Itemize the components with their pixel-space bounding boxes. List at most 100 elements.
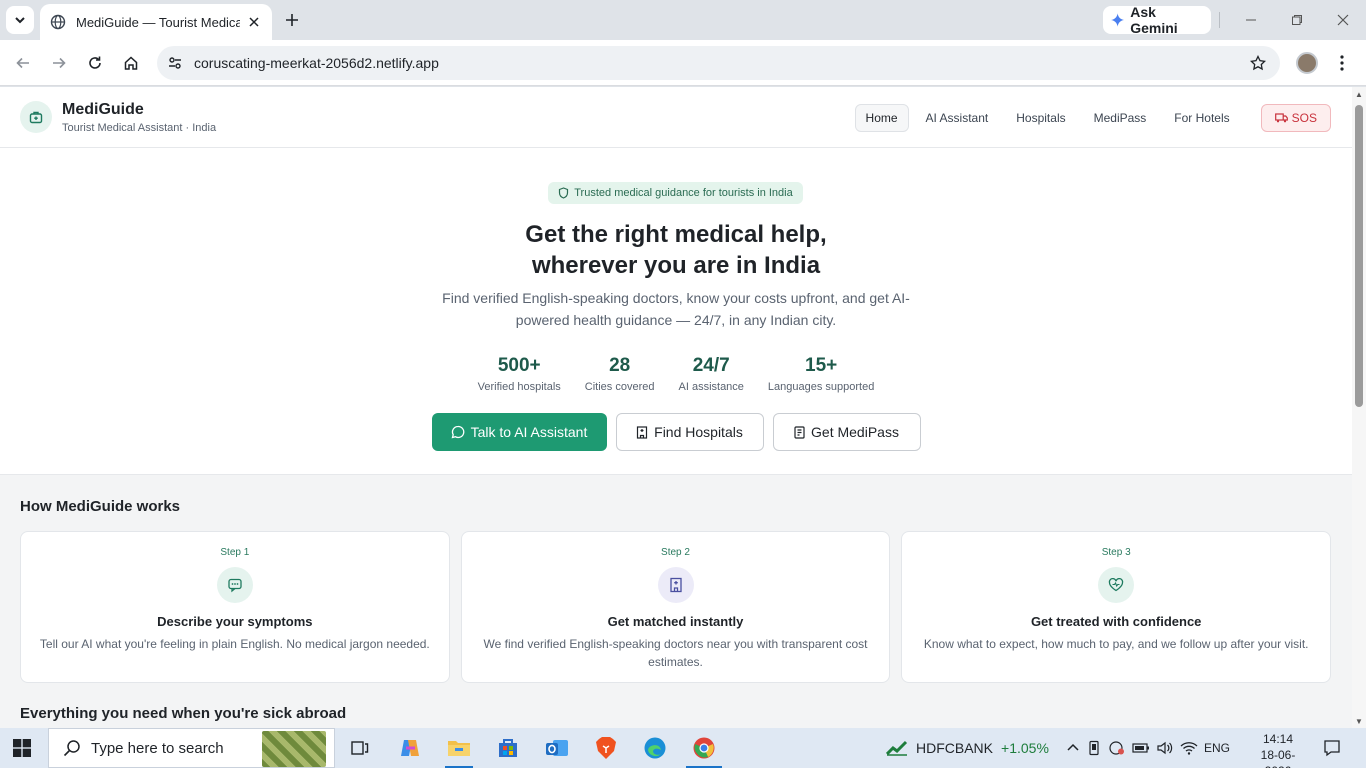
brave-browser-app[interactable] [592, 734, 620, 762]
globe-icon [50, 14, 66, 30]
browser-tab-strip: MediGuide — Tourist Medical A Ask Gemini [0, 0, 1366, 40]
browser-tab-active[interactable]: MediGuide — Tourist Medical A [40, 4, 272, 40]
stock-chart-icon [886, 740, 908, 756]
new-tab-button[interactable] [281, 9, 303, 31]
taskbar-search-box[interactable]: Type here to search [48, 728, 335, 768]
reload-icon [89, 56, 101, 69]
copilot-app[interactable] [396, 734, 424, 762]
search-icon [63, 740, 80, 757]
ask-gemini-label: Ask Gemini [1130, 4, 1178, 36]
restore-icon [1292, 15, 1302, 25]
step-number: Step 2 [661, 547, 690, 558]
more-vertical-icon [1340, 55, 1344, 71]
section-title: Everything you need when you're sick abr… [20, 705, 347, 722]
task-view-button[interactable] [346, 734, 374, 762]
tab-title: MediGuide — Tourist Medical A [76, 14, 240, 30]
store-icon [499, 739, 517, 757]
stat-cities: 28 Cities covered [585, 355, 655, 393]
heart-icon [1098, 567, 1135, 603]
stat-value: 15+ [805, 355, 838, 376]
pass-card-icon [794, 425, 805, 439]
chevron-up-icon[interactable] [1066, 741, 1080, 755]
browser-menu-button[interactable] [1332, 51, 1352, 75]
talk-to-ai-button[interactable]: Talk to AI Assistant [431, 413, 607, 451]
language-indicator[interactable]: ENG [1204, 741, 1230, 755]
trust-badge: Trusted medical guidance for tourists in… [548, 182, 803, 204]
windows-start-button[interactable] [12, 738, 32, 758]
system-tray: ENG [1066, 728, 1230, 768]
talk-to-ai-label: Talk to AI Assistant [470, 424, 588, 440]
stat-languages: 15+ Languages supported [768, 355, 874, 393]
cta-row: Talk to AI Assistant Find Hospitals Get … [0, 413, 1352, 451]
nav-hospitals[interactable]: Hospitals [1005, 104, 1076, 132]
stat-value: 28 [609, 355, 631, 376]
address-bar[interactable]: coruscating-meerkat-2056d2.netlify.app [157, 46, 1280, 80]
back-button[interactable] [11, 51, 35, 75]
nav-for-hotels[interactable]: For Hotels [1163, 104, 1240, 132]
logo[interactable] [20, 101, 52, 133]
page-viewport: MediGuide Tourist Medical Assistant · In… [0, 87, 1366, 728]
outlook-app[interactable] [543, 734, 571, 762]
clock-date: 18-06-2026 [1260, 748, 1296, 768]
device-icon[interactable] [1086, 740, 1102, 756]
edge-browser-app[interactable] [641, 734, 669, 762]
folder-icon [448, 741, 470, 756]
sos-button[interactable]: SOS [1260, 104, 1331, 132]
site-info-icon[interactable] [165, 53, 185, 73]
page-scrollbar[interactable]: ▲ ▼ [1352, 87, 1366, 728]
hospital-icon [657, 567, 694, 603]
close-icon [1337, 14, 1349, 26]
tab-search-button[interactable] [6, 6, 34, 34]
microsoft-store-app[interactable] [494, 734, 522, 762]
step-description: Tell our AI what you're feeling in plain… [39, 637, 430, 651]
meet-now-icon[interactable] [1108, 740, 1126, 756]
taskbar-clock[interactable]: 14:14 18-06-2026 [1249, 731, 1307, 768]
main-nav: Home AI Assistant Hospitals MediPass For… [849, 104, 1331, 132]
file-explorer-app[interactable] [445, 734, 473, 762]
sos-label: SOS [1291, 111, 1317, 125]
step-description: We find verified English-speaking doctor… [483, 637, 868, 669]
wifi-icon[interactable] [1180, 740, 1198, 756]
chat-icon [216, 567, 253, 603]
close-tab-icon[interactable] [246, 14, 262, 30]
arrow-left-icon [16, 57, 29, 69]
scroll-down-arrow-icon[interactable]: ▼ [1355, 717, 1363, 726]
bookmark-star-icon[interactable] [1248, 53, 1268, 73]
nav-medipass[interactable]: MediPass [1083, 104, 1158, 132]
nav-home[interactable]: Home [854, 104, 909, 132]
chrome-browser-app[interactable] [690, 734, 718, 762]
scroll-up-arrow-icon[interactable]: ▲ [1355, 90, 1363, 99]
forward-button[interactable] [47, 51, 71, 75]
scroll-thumb[interactable] [1355, 105, 1363, 407]
step-number: Step 3 [1101, 547, 1131, 558]
notification-center-button[interactable] [1322, 738, 1342, 758]
get-medipass-button[interactable]: Get MediPass [772, 413, 921, 451]
volume-icon[interactable] [1156, 740, 1174, 756]
hero-description: Find verified English-speaking doctors, … [442, 290, 910, 328]
taskbar: Type here to search HDFCBANK +1.05% ENG [0, 728, 1366, 768]
notification-icon [1324, 740, 1340, 757]
close-window-button[interactable] [1331, 8, 1355, 32]
profile-avatar[interactable] [1296, 52, 1318, 74]
stat-ai: 24/7 AI assistance [679, 355, 744, 393]
find-hospitals-button[interactable]: Find Hospitals [615, 413, 764, 451]
battery-icon[interactable] [1132, 742, 1150, 754]
home-button[interactable] [119, 51, 143, 75]
nav-ai-assistant[interactable]: AI Assistant [915, 104, 1000, 132]
chevron-down-icon [15, 17, 25, 24]
stock-ticker-widget[interactable]: HDFCBANK +1.05% [886, 728, 1049, 768]
plus-icon [286, 14, 298, 26]
section-title: How MediGuide works [20, 498, 181, 515]
stat-value: 24/7 [692, 355, 730, 376]
home-icon [124, 56, 138, 70]
hero-title-line2: wherever you are in India [531, 252, 821, 279]
restore-button[interactable] [1285, 8, 1309, 32]
brand-tagline: Tourist Medical Assistant · India [62, 122, 217, 134]
minimize-button[interactable] [1239, 8, 1263, 32]
task-view-icon [351, 741, 369, 755]
divider [1219, 12, 1220, 28]
trust-badge-text: Trusted medical guidance for tourists in… [574, 187, 793, 199]
brand-name[interactable]: MediGuide [62, 101, 144, 119]
reload-button[interactable] [83, 51, 107, 75]
ask-gemini-button[interactable]: Ask Gemini [1103, 4, 1211, 36]
